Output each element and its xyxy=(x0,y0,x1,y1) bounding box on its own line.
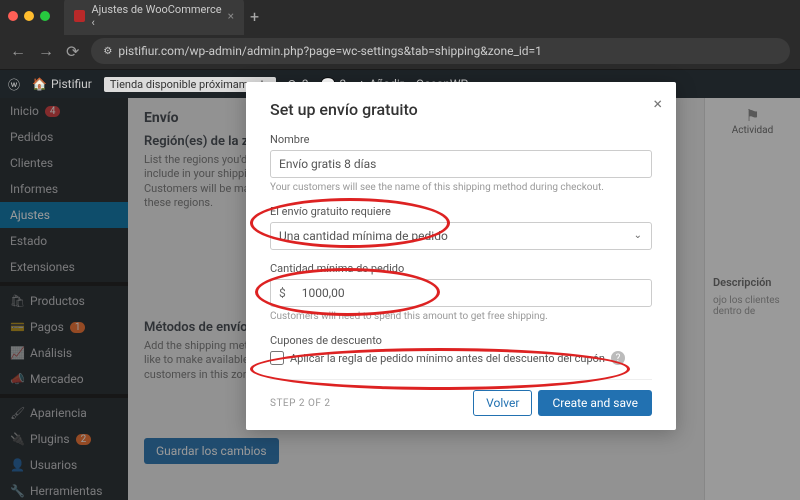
wp-logo-icon[interactable]: ⓦ xyxy=(8,76,20,93)
site-settings-icon[interactable]: ⚙ xyxy=(103,46,112,57)
favicon-icon xyxy=(74,10,85,22)
url-text: pistifiur.com/wp-admin/admin.php?page=wc… xyxy=(118,44,542,58)
shipping-method-modal: × Set up envío gratuito Nombre Your cust… xyxy=(246,82,676,430)
coupon-checkbox-label: Aplicar la regla de pedido mínimo antes … xyxy=(290,352,605,365)
requires-select[interactable] xyxy=(270,222,652,250)
tab-title: Ajustes de WooCommerce ‹ xyxy=(91,3,221,29)
new-tab-button[interactable]: + xyxy=(250,7,259,26)
create-save-button[interactable]: Create and save xyxy=(538,390,652,416)
address-bar[interactable]: ⚙ pistifiur.com/wp-admin/admin.php?page=… xyxy=(91,38,790,64)
help-icon[interactable]: ? xyxy=(611,351,625,365)
window-controls xyxy=(8,11,50,21)
browser-chrome: Ajustes de WooCommerce ‹ × + ← → ⟳ ⚙ pis… xyxy=(0,0,800,70)
close-window-icon[interactable] xyxy=(8,11,18,21)
min-amount-hint: Customers will need to spend this amount… xyxy=(270,311,652,322)
step-indicator: STEP 2 OF 2 xyxy=(270,398,331,409)
coupon-checkbox[interactable] xyxy=(270,351,284,365)
back-button[interactable]: ← xyxy=(10,41,26,61)
minimize-window-icon[interactable] xyxy=(24,11,34,21)
maximize-window-icon[interactable] xyxy=(40,11,50,21)
close-modal-button[interactable]: × xyxy=(653,94,662,113)
min-amount-label: Cantidad mínima de pedido xyxy=(270,262,652,275)
site-link[interactable]: 🏠 Pistifiur xyxy=(32,77,92,91)
min-amount-input[interactable] xyxy=(294,280,651,306)
name-input[interactable] xyxy=(270,150,652,178)
browser-tab[interactable]: Ajustes de WooCommerce ‹ × xyxy=(64,0,244,35)
currency-symbol: $ xyxy=(271,286,294,300)
close-tab-icon[interactable]: × xyxy=(228,9,234,23)
coupon-label: Cupones de descuento xyxy=(270,334,652,347)
back-button-modal[interactable]: Volver xyxy=(473,390,532,416)
name-hint: Your customers will see the name of this… xyxy=(270,182,652,193)
modal-title: Set up envío gratuito xyxy=(270,100,652,119)
reload-button[interactable]: ⟳ xyxy=(66,42,79,61)
requires-label: El envío gratuito requiere xyxy=(270,205,652,218)
name-label: Nombre xyxy=(270,133,652,146)
forward-button[interactable]: → xyxy=(38,41,54,61)
